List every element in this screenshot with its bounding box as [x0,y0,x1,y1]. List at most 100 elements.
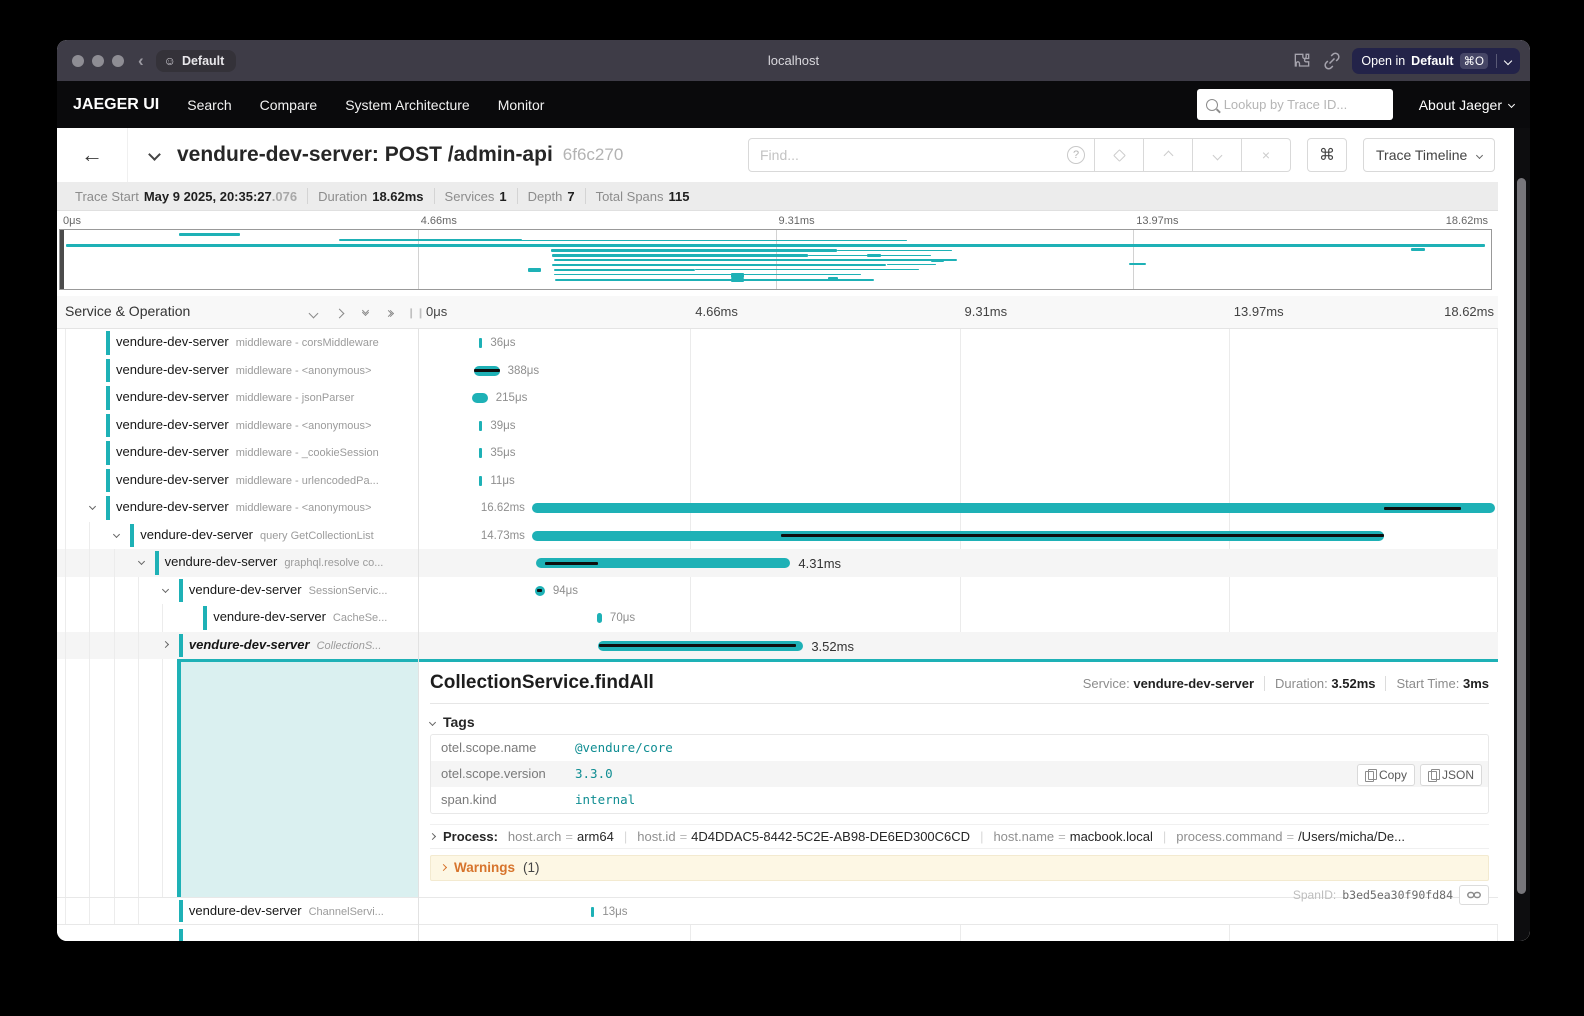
collapse-one-icon[interactable] [303,305,323,321]
nav-item-monitor[interactable]: Monitor [498,97,545,113]
find-box: ? [748,138,1095,172]
chevron-down-icon[interactable] [1504,56,1512,64]
span-row[interactable]: vendure-dev-servermiddleware - <anonymou… [57,412,1498,440]
minimap-drag-handle[interactable] [60,230,64,289]
minimap-span [554,274,862,275]
total-spans-label: Total Spans [596,189,664,204]
trace-view-select[interactable]: Trace Timeline [1363,138,1495,172]
span-bar[interactable] [535,586,545,596]
minimize-window-button[interactable] [92,55,104,67]
trace-minimap[interactable] [59,229,1492,290]
tag-row[interactable]: otel.scope.version3.3.0 [431,761,1488,787]
span-duration-label: 4.31ms [798,556,841,571]
clear-search-button[interactable]: × [1242,138,1291,172]
copy-tags-button[interactable]: Copy [1357,764,1415,786]
json-label: JSON [1442,768,1474,782]
selected-span-gutter[interactable] [177,662,418,898]
focus-match-button[interactable] [1095,138,1144,172]
spanid-label: SpanID: [1293,888,1336,902]
scrollbar-thumb[interactable] [1517,178,1526,894]
expand-all-icon[interactable] [381,305,401,321]
expand-one-icon[interactable] [329,305,349,321]
span-row[interactable]: vendure-dev-servergraphql.resolve co...4… [57,549,1498,577]
back-to-search-button[interactable]: ← [57,128,128,182]
open-in-default-button[interactable]: Open in Default ⌘O [1352,48,1520,74]
nav-item-search[interactable]: Search [187,97,231,113]
copy-link-icon[interactable] [1322,51,1342,71]
about-jaeger-menu[interactable]: About Jaeger [1419,97,1514,113]
span-timeline-cell[interactable]: 4.31ms [421,549,1498,577]
zoom-window-button[interactable] [112,55,124,67]
span-bar[interactable] [532,503,1495,513]
prev-match-button[interactable] [1144,138,1193,172]
nav-item-compare[interactable]: Compare [260,97,318,113]
span-bar[interactable] [532,531,1384,541]
span-timeline-cell[interactable]: 11μs [421,467,1498,495]
browser-back-button[interactable]: ‹ [138,51,144,71]
span-row[interactable]: vendure-dev-servermiddleware - <anonymou… [57,494,1498,522]
collapse-trace-header-button[interactable] [150,146,159,164]
nav-item-system-architecture[interactable]: System Architecture [345,97,470,113]
collapse-span-icon[interactable] [89,503,96,510]
tag-row[interactable]: span.kindinternal [431,787,1488,813]
span-timeline-cell[interactable]: 3.52ms [421,632,1498,660]
span-row[interactable]: vendure-dev-serverquery GetCollectionLis… [57,522,1498,550]
span-timeline-cell[interactable]: 36μs [421,329,1498,357]
span-bar[interactable] [536,558,790,568]
tag-row[interactable]: otel.scope.name@vendure/core [431,735,1488,761]
find-input[interactable] [749,147,1067,163]
span-row[interactable]: vendure-dev-servermiddleware - _cookieSe… [57,439,1498,467]
span-bar[interactable] [474,366,500,376]
service-color-strip [179,929,183,941]
keyboard-shortcuts-button[interactable]: ⌘ [1307,138,1347,172]
column-divider[interactable] [418,329,419,941]
divider: | [624,829,627,844]
collapse-span-icon[interactable] [113,530,120,537]
span-duration-label: 215μs [496,392,528,404]
span-row[interactable]: vendure-dev-servermiddleware - urlencode… [57,467,1498,495]
span-timeline-cell[interactable]: 215μs [421,384,1498,412]
span-row[interactable]: vendure-dev-servermiddleware - corsMiddl… [57,329,1498,357]
trace-lookup-input[interactable] [1224,97,1374,112]
span-bar[interactable] [598,641,804,651]
browser-tab-label: Default [182,54,224,68]
warnings-section-toggle[interactable]: Warnings (1) [430,855,1489,881]
span-timeline-cell[interactable]: 35μs [421,439,1498,467]
span-timeline-cell[interactable]: 94μs [421,577,1498,605]
process-section-toggle[interactable]: Process: host.arch=arm64|host.id=4D4DDAC… [430,824,1489,849]
span-timeline-cell[interactable]: 14.73ms [421,522,1498,550]
span-bar[interactable] [597,613,602,623]
expand-span-icon[interactable] [162,640,169,647]
help-icon[interactable]: ? [1067,146,1085,164]
tags-section-label: Tags [443,714,475,730]
span-link-button[interactable] [1459,885,1489,905]
browser-tab[interactable]: ☺ Default [156,50,237,72]
next-match-button[interactable] [1193,138,1242,172]
indent-guide [138,898,139,924]
span-timeline-cell[interactable]: 70μs [421,604,1498,632]
indent-guide [89,659,90,897]
collapse-span-icon[interactable] [138,558,145,565]
column-resize-handle[interactable]: ❙❙ [407,308,426,319]
shortcut-badge: ⌘O [1460,53,1488,69]
indent-guide [138,604,139,632]
json-tags-button[interactable]: JSON [1420,764,1482,786]
extensions-icon[interactable] [1292,51,1312,71]
span-row[interactable]: vendure-dev-serverSessionServic...94μs [57,577,1498,605]
collapse-span-icon[interactable] [162,585,169,592]
collapse-all-icon[interactable] [355,305,375,321]
detail-service-label: Service: [1083,676,1130,691]
tags-section-toggle[interactable]: Tags [430,713,1489,732]
span-timeline-cell[interactable]: 16.62ms [421,494,1498,522]
minimap-span [887,264,936,265]
span-row[interactable]: vendure-dev-serverCollectionS...3.52ms [57,632,1498,660]
span-bar[interactable] [472,393,488,403]
span-timeline-cell[interactable]: 388μs [421,357,1498,385]
span-row[interactable]: vendure-dev-servermiddleware - <anonymou… [57,357,1498,385]
span-row[interactable]: vendure-dev-servermiddleware - jsonParse… [57,384,1498,412]
close-window-button[interactable] [72,55,84,67]
tag-key: otel.scope.version [441,766,575,781]
span-timeline-cell[interactable]: 39μs [421,412,1498,440]
service-color-strip [177,662,181,898]
span-row[interactable]: vendure-dev-serverCacheSe...70μs [57,604,1498,632]
